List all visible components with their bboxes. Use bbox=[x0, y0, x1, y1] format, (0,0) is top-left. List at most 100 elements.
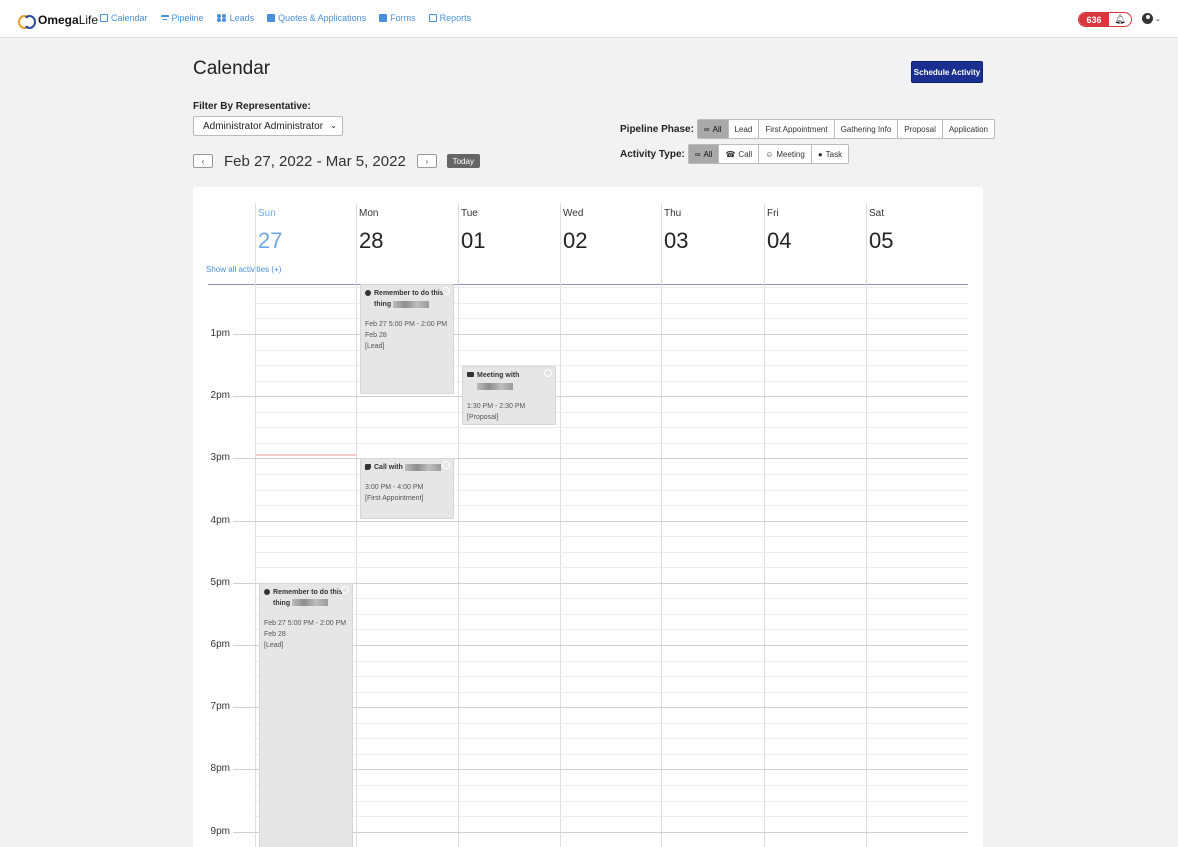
hour-tick bbox=[233, 458, 255, 460]
hour-label: 9pm bbox=[210, 825, 230, 837]
type-call-label: Call bbox=[738, 149, 753, 159]
day-number: 04 bbox=[767, 228, 792, 253]
quarter-line bbox=[255, 816, 968, 818]
hour-line bbox=[255, 645, 968, 646]
event-title-text: Call with bbox=[374, 464, 403, 472]
schedule-activity-button[interactable]: Schedule Activity bbox=[911, 61, 983, 83]
calendar-event[interactable]: Meeting with 1:30 PM - 2:30 PM [Proposal] bbox=[462, 366, 556, 426]
hour-tick bbox=[233, 707, 255, 709]
day-number: 03 bbox=[664, 228, 689, 253]
hour-label: 6pm bbox=[210, 639, 230, 650]
calendar-event[interactable]: Remember to do this thing Feb 27 5:00 PM… bbox=[259, 582, 353, 847]
event-title-row: Call with bbox=[365, 462, 449, 473]
prev-week-button[interactable]: ‹ bbox=[193, 154, 213, 168]
header-separator bbox=[208, 284, 968, 285]
day-column-divider bbox=[764, 203, 765, 847]
link-icon: ∞ bbox=[694, 149, 701, 159]
user-avatar-icon bbox=[1142, 13, 1153, 24]
omega-logo-icon bbox=[18, 14, 36, 29]
type-call[interactable]: ☎︎ Call bbox=[718, 145, 758, 163]
pipeline-phase-group: ∞ All Lead First Appointment Gathering In… bbox=[696, 119, 995, 139]
event-time: Feb 27 5:00 PM - 2:00 PM Feb 28 bbox=[264, 619, 347, 638]
notification-count: 636 bbox=[1079, 13, 1109, 26]
brand-name-rest: Life bbox=[78, 13, 99, 27]
nav-quotes[interactable]: Quotes & Applications bbox=[267, 13, 366, 23]
user-menu[interactable]: ⌄ bbox=[1142, 13, 1161, 24]
type-all[interactable]: ∞ All bbox=[688, 145, 719, 163]
quarter-line bbox=[255, 691, 968, 693]
day-header-wed[interactable]: Wed 02 bbox=[563, 208, 587, 254]
nav-leads-label: Leads bbox=[229, 13, 255, 23]
top-nav: Omega Life Calendar Pipeline Leads Quotes… bbox=[0, 0, 1178, 38]
phase-application[interactable]: Application bbox=[941, 120, 994, 138]
nav-calendar[interactable]: Calendar bbox=[100, 13, 148, 23]
calendar-event[interactable]: Call with 3:00 PM - 4:00 PM [First Appoin… bbox=[360, 458, 454, 519]
day-header-fri[interactable]: Fri 04 bbox=[767, 208, 791, 254]
redacted-name bbox=[477, 383, 513, 390]
phase-lead[interactable]: Lead bbox=[727, 120, 759, 138]
hour-tick bbox=[233, 831, 255, 833]
hour-label: 3pm bbox=[210, 452, 230, 464]
nav-reports-label: Reports bbox=[439, 13, 472, 23]
day-name: Fri bbox=[767, 208, 779, 219]
day-header-mon[interactable]: Mon 28 bbox=[359, 208, 383, 254]
day-name: Tue bbox=[461, 208, 478, 219]
nav-pipeline[interactable]: Pipeline bbox=[160, 13, 204, 23]
day-column-divider bbox=[661, 203, 662, 847]
page-title: Calendar bbox=[193, 58, 271, 79]
today-button[interactable]: Today bbox=[446, 154, 480, 168]
day-header-sun[interactable]: Sun 27 bbox=[258, 208, 282, 254]
phase-gathering-info[interactable]: Gathering Info bbox=[833, 120, 898, 138]
day-name: Thu bbox=[664, 208, 682, 219]
day-header-sat[interactable]: Sat 05 bbox=[869, 208, 893, 254]
representative-select[interactable]: Administrator Administrator ⌄ bbox=[193, 116, 343, 136]
brand-logo[interactable]: Omega Life bbox=[18, 12, 99, 29]
quarter-line bbox=[255, 442, 968, 444]
quarter-line bbox=[255, 613, 968, 615]
event-title: Remember to do this thing bbox=[273, 587, 348, 609]
activity-type-group: ∞ All ☎︎ Call ☺︎ Meeting ● Task bbox=[687, 144, 850, 164]
phase-all-label: All bbox=[712, 124, 722, 134]
day-column-divider bbox=[255, 203, 256, 847]
phase-all[interactable]: ∞ All bbox=[697, 120, 728, 138]
event-title-text: Meeting with bbox=[477, 372, 520, 380]
event-phase: [Proposal] bbox=[467, 414, 499, 422]
day-column-divider bbox=[458, 203, 459, 847]
day-name: Wed bbox=[563, 208, 584, 219]
nav-leads[interactable]: Leads bbox=[216, 13, 255, 23]
date-range: Feb 27, 2022 - Mar 5, 2022 bbox=[224, 152, 406, 170]
calendar-event[interactable]: Remember to do this thing Feb 27 5:00 PM… bbox=[360, 284, 454, 395]
nav-quotes-label: Quotes & Applications bbox=[278, 13, 367, 23]
check-circle-icon[interactable] bbox=[341, 585, 349, 594]
type-task[interactable]: ● Task bbox=[810, 145, 848, 163]
representative-value: Administrator Administrator bbox=[203, 120, 324, 132]
notifications-badge[interactable]: 636 🔔︎ bbox=[1078, 12, 1132, 27]
type-meeting[interactable]: ☺︎ Meeting bbox=[758, 145, 811, 163]
day-number: 01 bbox=[461, 228, 486, 253]
phone-icon: ☎︎ bbox=[725, 149, 736, 159]
next-week-button[interactable]: › bbox=[416, 154, 437, 168]
people-icon bbox=[467, 372, 474, 378]
nav-reports[interactable]: Reports bbox=[428, 13, 472, 23]
phase-proposal[interactable]: Proposal bbox=[897, 120, 942, 138]
show-all-activities-link[interactable]: Show all activities (+) bbox=[206, 265, 281, 274]
quarter-line bbox=[255, 660, 968, 662]
quarter-line bbox=[255, 800, 968, 802]
event-title: Remember to do this thing bbox=[374, 288, 449, 310]
funnel-icon bbox=[160, 15, 169, 21]
day-column-divider bbox=[560, 203, 561, 847]
day-header-thu[interactable]: Thu 03 bbox=[664, 208, 688, 254]
document-icon bbox=[267, 14, 276, 22]
quarter-line bbox=[255, 427, 968, 429]
day-header-tue[interactable]: Tue 01 bbox=[461, 208, 485, 254]
activity-type-label: Activity Type: bbox=[620, 148, 685, 160]
hour-label: 4pm bbox=[210, 514, 230, 526]
quarter-line bbox=[255, 784, 968, 786]
phase-first-appointment[interactable]: First Appointment bbox=[758, 120, 833, 138]
people-icon bbox=[216, 14, 227, 22]
date-navigation: ‹ Feb 27, 2022 - Mar 5, 2022 › Today bbox=[193, 152, 480, 170]
nav-forms[interactable]: Forms bbox=[379, 13, 416, 23]
event-title-row: Remember to do this thing bbox=[365, 288, 449, 310]
event-time: 1:30 PM - 2:30 PM bbox=[467, 403, 526, 411]
hour-line bbox=[255, 582, 968, 584]
